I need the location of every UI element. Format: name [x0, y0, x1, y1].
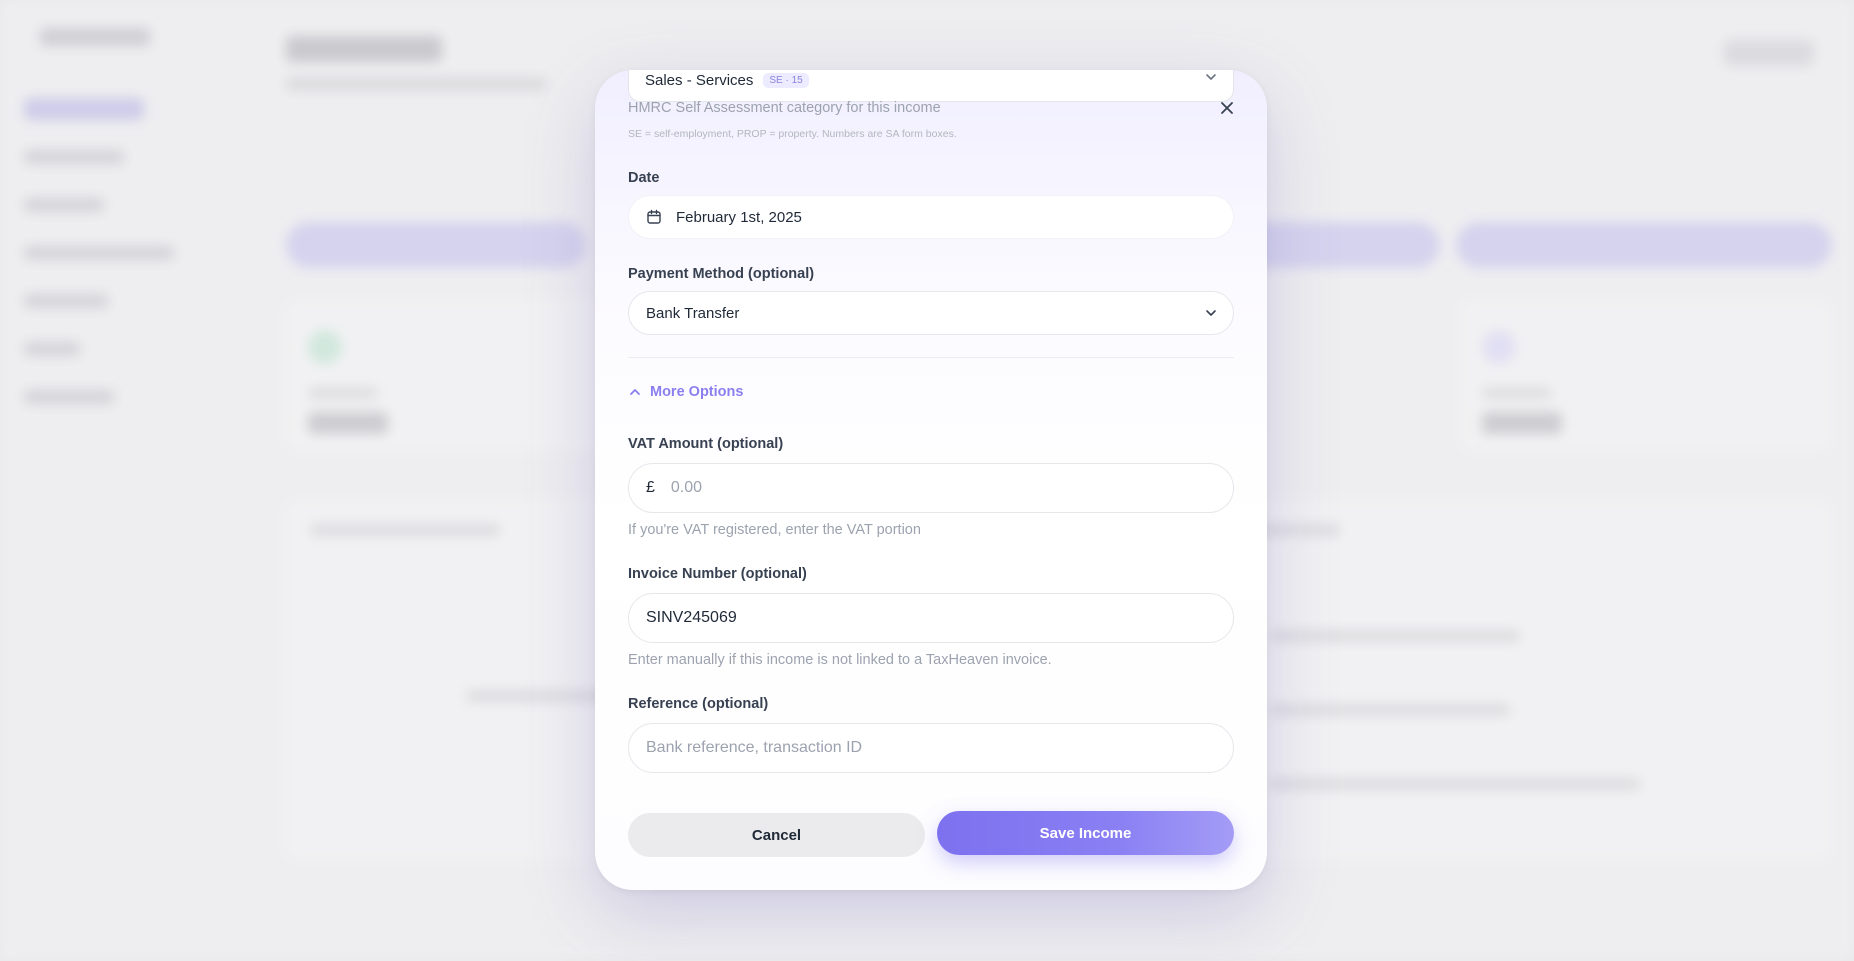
background-text-line — [1270, 704, 1510, 716]
background-sidebar — [0, 0, 220, 961]
chevron-down-icon — [1203, 70, 1219, 85]
close-button[interactable] — [1217, 100, 1237, 120]
background-nav-item — [24, 150, 124, 164]
background-card-label — [308, 388, 378, 398]
save-income-button[interactable]: Save Income — [937, 811, 1234, 855]
background-title — [286, 36, 442, 62]
background-card-label — [1482, 388, 1552, 398]
background-subtitle — [286, 78, 546, 90]
category-help-text: HMRC Self Assessment category for this i… — [628, 100, 941, 116]
chevron-down-icon — [1203, 305, 1219, 321]
invoice-number-label: Invoice Number (optional) — [628, 566, 807, 582]
background-button — [1724, 40, 1814, 66]
more-options-label: More Options — [650, 384, 744, 400]
date-value: February 1st, 2025 — [676, 208, 802, 226]
category-help-legend: SE = self-employment, PROP = property. N… — [628, 128, 957, 140]
category-badge: SE · 15 — [763, 72, 809, 88]
background-nav-item — [24, 198, 104, 212]
invoice-number-input[interactable]: SINV245069 — [628, 593, 1234, 643]
invoice-hint: Enter manually if this income is not lin… — [628, 652, 1052, 668]
chevron-up-icon — [628, 385, 642, 399]
date-picker[interactable]: February 1st, 2025 — [628, 195, 1234, 239]
payment-method-value: Bank Transfer — [646, 304, 740, 322]
background-nav-item — [24, 342, 80, 356]
payment-method-label: Payment Method (optional) — [628, 266, 815, 282]
background-logo — [40, 28, 150, 46]
background-text-line — [310, 524, 500, 536]
vat-amount-placeholder: 0.00 — [670, 479, 703, 496]
background-nav-item — [24, 98, 144, 120]
category-select[interactable]: Sales - Services SE · 15 — [628, 70, 1234, 102]
background-bar — [1456, 222, 1832, 268]
vat-hint: If you're VAT registered, enter the VAT … — [628, 522, 921, 538]
reference-placeholder: Bank reference, transaction ID — [646, 739, 863, 756]
invoice-number-value: SINV245069 — [646, 609, 737, 626]
background-bar — [286, 222, 586, 268]
background-card — [286, 300, 606, 450]
background-card-icon — [1482, 330, 1516, 364]
add-income-dialog: Sales - Services SE · 15 HMRC Self Asses… — [595, 70, 1267, 890]
date-label: Date — [628, 170, 660, 186]
background-nav-item — [24, 390, 114, 404]
cancel-button[interactable]: Cancel — [628, 813, 925, 857]
background-nav-item — [24, 294, 108, 308]
calendar-icon — [646, 209, 662, 225]
background-panel — [1180, 500, 1832, 860]
payment-method-select[interactable]: Bank Transfer — [628, 291, 1234, 335]
reference-input[interactable]: Bank reference, transaction ID — [628, 723, 1234, 773]
category-select-value: Sales - Services — [645, 71, 754, 89]
section-divider — [628, 357, 1234, 358]
more-options-toggle[interactable]: More Options — [628, 384, 1234, 400]
background-card-value — [308, 412, 388, 434]
reference-label: Reference (optional) — [628, 696, 769, 712]
background-text-line — [1270, 778, 1640, 790]
background-card-icon — [308, 330, 342, 364]
background-text-line — [1270, 630, 1520, 642]
background-card — [1460, 300, 1832, 450]
vat-amount-label: VAT Amount (optional) — [628, 436, 784, 452]
background-nav-item — [24, 246, 174, 260]
background-card-value — [1482, 412, 1562, 434]
currency-symbol: £ — [646, 479, 655, 496]
vat-amount-input[interactable]: £ 0.00 — [628, 463, 1234, 513]
close-icon — [1220, 101, 1234, 120]
